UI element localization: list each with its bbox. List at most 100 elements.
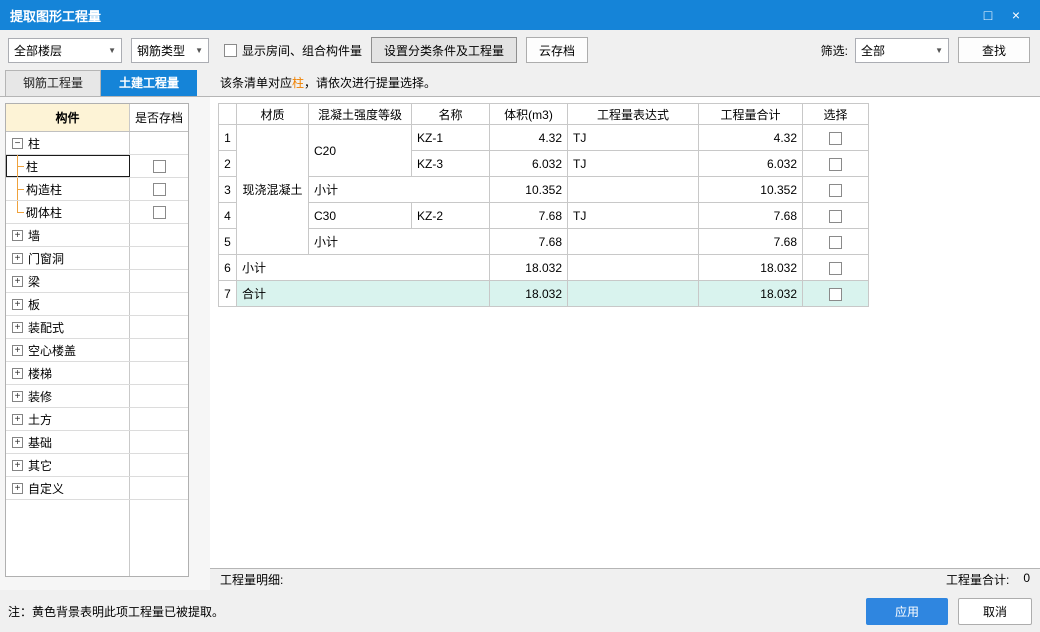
expand-icon[interactable]: + xyxy=(12,390,23,402)
cancel-button[interactable]: 取消 xyxy=(958,597,1032,625)
tree-item-masonry-column[interactable]: 砌体柱 xyxy=(6,201,130,223)
tree-item-foundation[interactable]: + 基础 xyxy=(6,431,130,453)
tree-item-earthwork[interactable]: + 土方 xyxy=(6,408,130,430)
set-category-condition-button[interactable]: 设置分类条件及工程量 xyxy=(371,37,518,63)
volume-cell: 10.352 xyxy=(489,176,568,203)
notice-prefix: 该条清单对应 xyxy=(220,75,293,90)
total-cell: 4.32 xyxy=(698,124,803,151)
expand-icon[interactable]: + xyxy=(12,367,23,379)
tree-row: 柱 xyxy=(6,155,188,178)
show-room-checkbox-group[interactable]: 显示房间、组合构件量 xyxy=(224,42,362,59)
select-cell xyxy=(802,254,869,281)
select-checkbox[interactable] xyxy=(829,209,842,223)
quantities-table-area: 材质 混凝土强度等级 名称 体积(m3) 工程量表达式 工程量合计 选择 1 现… xyxy=(210,97,1040,568)
tree-item-hollow-floor[interactable]: + 空心楼盖 xyxy=(6,339,130,361)
floor-dropdown[interactable]: 全部楼层 ▼ xyxy=(8,37,122,63)
row-number-cell: 3 xyxy=(218,176,237,203)
subtotal-label-cell: 小计 xyxy=(236,254,490,281)
tab-civil-quantities[interactable]: 土建工程量 xyxy=(101,70,197,96)
tree-empty-area xyxy=(6,500,188,576)
filter-dropdown[interactable]: 全部 ▼ xyxy=(855,37,949,63)
volume-cell: 6.032 xyxy=(489,150,568,177)
tree-item-column-group[interactable]: − 柱 xyxy=(6,132,130,154)
archive-checkbox[interactable] xyxy=(152,182,166,196)
tree-item-wall[interactable]: + 墙 xyxy=(6,224,130,246)
tree-item-label: 砌体柱 xyxy=(26,205,63,220)
row-number-cell: 5 xyxy=(218,228,237,255)
tree-item-other[interactable]: + 其它 xyxy=(6,454,130,476)
floor-dropdown-value: 全部楼层 xyxy=(14,43,63,58)
chevron-down-icon: ▼ xyxy=(195,45,203,55)
expand-icon[interactable]: + xyxy=(12,459,23,471)
apply-button[interactable]: 应用 xyxy=(866,597,948,625)
tree-item-beam[interactable]: + 梁 xyxy=(6,270,130,292)
row-number-cell: 7 xyxy=(218,280,237,307)
table-row: 4 C30 KZ-2 7.68 TJ 7.68 xyxy=(218,202,869,229)
cloud-archive-button[interactable]: 云存档 xyxy=(526,37,589,63)
select-checkbox[interactable] xyxy=(829,157,842,171)
close-icon[interactable]: × xyxy=(1002,7,1030,23)
expand-icon[interactable]: + xyxy=(12,436,23,448)
tree-item-door-window-opening[interactable]: + 门窗洞 xyxy=(6,247,130,269)
archive-checkbox[interactable] xyxy=(152,205,166,219)
show-room-checkbox-label: 显示房间、组合构件量 xyxy=(242,43,363,58)
tree-row: + 空心楼盖 xyxy=(6,339,188,362)
expression-cell xyxy=(567,228,699,255)
collapse-icon[interactable]: − xyxy=(12,137,23,149)
name-cell: KZ-3 xyxy=(411,150,490,177)
expression-cell xyxy=(567,280,699,307)
select-checkbox[interactable] xyxy=(829,131,842,145)
tree-connector xyxy=(9,155,26,177)
expand-icon[interactable]: + xyxy=(12,482,23,494)
expand-icon[interactable]: + xyxy=(12,252,23,264)
component-column-header: 构件 xyxy=(6,104,130,131)
tree-item-stairs[interactable]: + 楼梯 xyxy=(6,362,130,384)
tree-item-label: 门窗洞 xyxy=(28,251,65,266)
expand-icon[interactable]: + xyxy=(12,344,23,356)
filter-label: 筛选: xyxy=(820,43,848,58)
expand-icon[interactable]: + xyxy=(12,321,23,333)
volume-cell: 18.032 xyxy=(489,254,568,281)
tree-item-label: 板 xyxy=(28,297,41,312)
tree-item-custom[interactable]: + 自定义 xyxy=(6,477,130,499)
expand-icon[interactable]: + xyxy=(12,298,23,310)
tree-connector xyxy=(9,201,26,223)
expand-icon[interactable]: + xyxy=(12,275,23,287)
name-cell: KZ-1 xyxy=(411,124,490,151)
rebar-type-dropdown[interactable]: 钢筋类型 ▼ xyxy=(131,37,209,63)
tree-item-decoration[interactable]: + 装修 xyxy=(6,385,130,407)
tree-row: + 基础 xyxy=(6,431,188,454)
search-button[interactable]: 查找 xyxy=(958,37,1030,63)
select-checkbox[interactable] xyxy=(829,287,842,301)
quantity-detail-label: 工程量明细: xyxy=(220,573,284,587)
tree-item-label: 土方 xyxy=(28,412,53,427)
select-cell xyxy=(802,280,869,307)
quantity-total-value: 0 xyxy=(1023,571,1030,585)
volume-header: 体积(m3) xyxy=(489,103,568,125)
tree-item-constructional-column[interactable]: 构造柱 xyxy=(6,178,130,200)
tree-item-column[interactable]: 柱 xyxy=(6,155,130,177)
tree-row: + 土方 xyxy=(6,408,188,431)
row-number-cell: 1 xyxy=(218,124,237,151)
select-checkbox[interactable] xyxy=(829,183,842,197)
expand-icon[interactable]: + xyxy=(12,229,23,241)
concrete-grade-header: 混凝土强度等级 xyxy=(308,103,412,125)
component-tree: 构件 是否存档 − 柱 柱 构造柱 砌体柱 + 墙 + 门窗洞 + 梁 + 板 … xyxy=(5,103,189,577)
total-cell: 18.032 xyxy=(698,254,803,281)
select-checkbox[interactable] xyxy=(829,235,842,249)
show-room-checkbox[interactable] xyxy=(224,43,237,57)
expression-cell xyxy=(567,254,699,281)
tree-item-slab[interactable]: + 板 xyxy=(6,293,130,315)
tree-connector xyxy=(9,178,26,200)
tree-item-prefab[interactable]: + 装配式 xyxy=(6,316,130,338)
maximize-icon[interactable]: □ xyxy=(974,7,1002,23)
tab-rebar-quantities[interactable]: 钢筋工程量 xyxy=(5,70,101,96)
select-cell xyxy=(802,176,869,203)
filter-dropdown-value: 全部 xyxy=(861,43,886,58)
archive-checkbox[interactable] xyxy=(152,159,166,173)
select-checkbox[interactable] xyxy=(829,261,842,275)
expand-icon[interactable]: + xyxy=(12,413,23,425)
notice-text: 该条清单对应柱，请依次进行提量选择。 xyxy=(220,74,436,93)
tree-row: + 板 xyxy=(6,293,188,316)
row-number-cell: 2 xyxy=(218,150,237,177)
